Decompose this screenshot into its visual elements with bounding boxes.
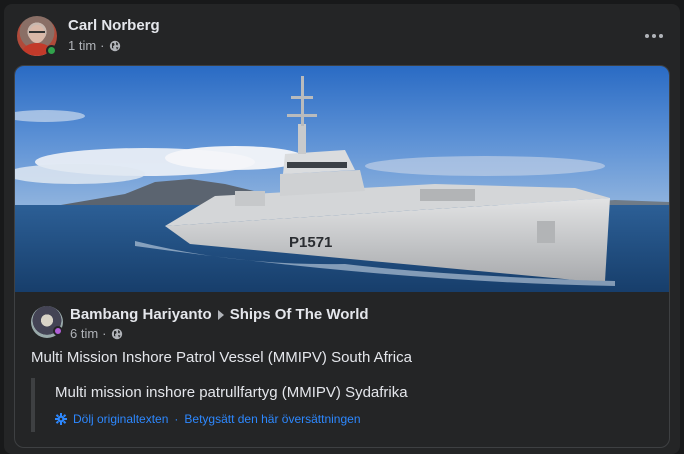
gear-icon	[55, 413, 67, 425]
link-separator: ·	[174, 412, 179, 426]
translation-block: Multi mission inshore patrullfartyg (MMI…	[31, 378, 631, 432]
post-card: Carl Norberg 1 tim · P1571 Bambang Hariy…	[4, 4, 680, 454]
globe-icon[interactable]	[109, 40, 121, 52]
arrow-right-icon	[217, 309, 224, 320]
shared-author-name[interactable]: Bambang Hariyanto	[70, 306, 212, 323]
shared-post-text: Multi Mission Inshore Patrol Vessel (MMI…	[31, 349, 412, 366]
post-meta: 1 tim ·	[68, 38, 121, 53]
more-options-button[interactable]	[640, 26, 668, 46]
translation-links: Dölj originaltexten · Betygsätt den här …	[55, 412, 361, 426]
shared-post-meta: 6 tim ·	[70, 326, 123, 341]
shared-post[interactable]: P1571 Bambang Hariyanto Ships Of The Wor…	[14, 65, 670, 448]
hide-original-link[interactable]: Dölj originaltexten	[73, 412, 168, 426]
meta-separator: ·	[100, 38, 105, 53]
author-name[interactable]: Carl Norberg	[68, 17, 160, 34]
shared-post-header: Bambang Hariyanto Ships Of The World 6 t…	[31, 306, 651, 341]
shared-post-timestamp[interactable]: 6 tim	[70, 326, 98, 341]
group-name[interactable]: Ships Of The World	[230, 306, 369, 323]
shared-post-title: Bambang Hariyanto Ships Of The World	[70, 306, 369, 323]
more-options-icon	[645, 34, 649, 38]
ship-photo[interactable]: P1571	[15, 66, 669, 292]
group-badge-icon	[53, 326, 63, 336]
online-status-indicator	[46, 45, 57, 56]
globe-icon[interactable]	[111, 328, 123, 340]
hull-number: P1571	[289, 234, 332, 251]
post-timestamp[interactable]: 1 tim	[68, 38, 96, 53]
rate-translation-link[interactable]: Betygsätt den här översättningen	[184, 412, 360, 426]
post-header: Carl Norberg 1 tim ·	[17, 16, 680, 56]
translated-text: Multi mission inshore patrullfartyg (MMI…	[55, 384, 408, 401]
